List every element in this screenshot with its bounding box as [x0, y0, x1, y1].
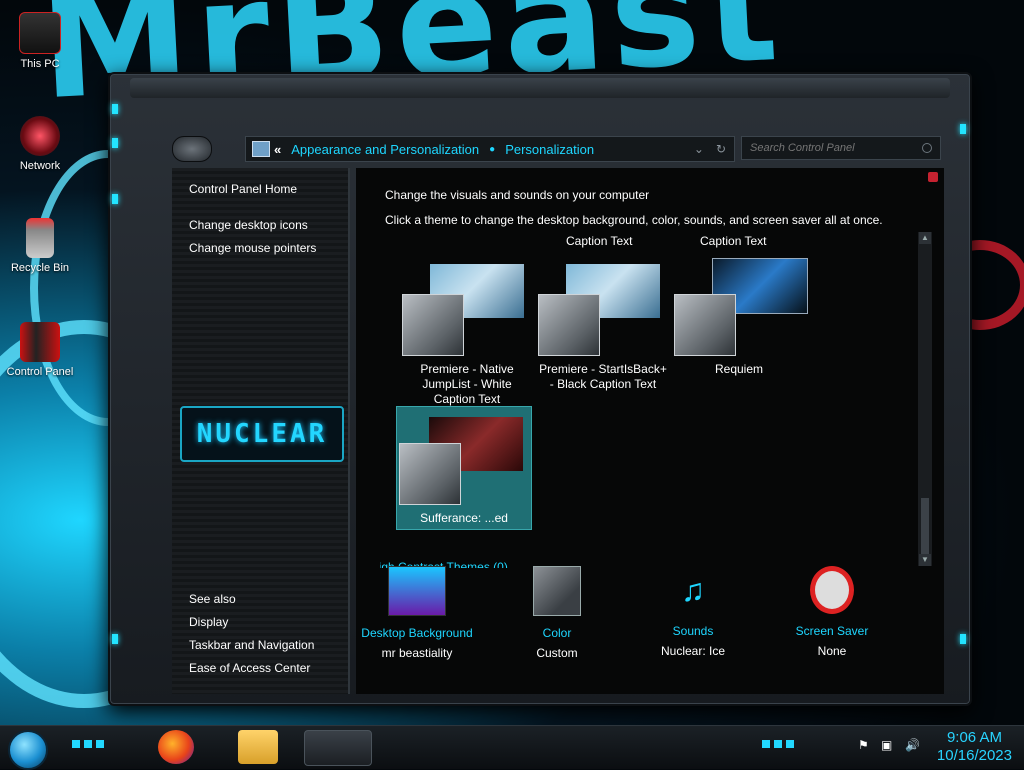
taskbar-decoration	[72, 740, 108, 748]
breadcrumb-personalization[interactable]: Personalization	[505, 142, 594, 157]
screen-saver-icon	[810, 566, 854, 614]
theme-item-requiem[interactable]: Requiem	[672, 258, 808, 380]
refresh-icon[interactable]: ↻	[716, 142, 726, 156]
setting-value: Custom	[536, 646, 578, 660]
search-icon[interactable]	[922, 143, 932, 153]
see-also-heading: See also	[189, 592, 236, 606]
screen-saver-setting[interactable]: Screen Saver None	[767, 566, 897, 658]
breadcrumb-appearance[interactable]: Appearance and Personalization	[291, 142, 479, 157]
volume-icon[interactable]: 🔊	[905, 738, 920, 752]
theme-item-premiere-native[interactable]: Premiere - Native JumpList - White Capti…	[400, 258, 534, 406]
change-mouse-pointers-link[interactable]: Change mouse pointers	[189, 241, 316, 255]
taskbar-navigation-link[interactable]: Taskbar and Navigation	[189, 638, 314, 652]
file-explorer-icon[interactable]	[238, 730, 278, 764]
personalization-window: « Appearance and Personalization ● Perso…	[108, 72, 972, 706]
sidebar: Control Panel Home Change desktop icons …	[172, 168, 350, 694]
chevron-down-icon[interactable]: ⌄	[694, 142, 704, 156]
desktop-icon-this-pc[interactable]: This PC	[2, 12, 78, 70]
clock[interactable]: 9:06 AM 10/16/2023	[937, 729, 1012, 765]
search-input[interactable]	[748, 141, 922, 155]
page-subtitle: Click a theme to change the desktop back…	[385, 213, 883, 227]
main-content: Change the visuals and sounds on your co…	[356, 168, 944, 694]
page-title: Change the visuals and sounds on your co…	[385, 188, 650, 202]
back-forward-button[interactable]	[172, 136, 212, 162]
desktop-icon-label: Recycle Bin	[10, 262, 70, 274]
address-bar[interactable]: « Appearance and Personalization ● Perso…	[245, 136, 735, 162]
theme-caption: Caption Text	[700, 234, 767, 248]
side-light	[112, 104, 118, 114]
theme-color-swatch	[538, 294, 600, 356]
network-tray-icon[interactable]: ▣	[881, 738, 892, 752]
change-desktop-icons-link[interactable]: Change desktop icons	[189, 218, 308, 232]
taskbar: ⚑ ▣ 🔊 9:06 AM 10/16/2023	[0, 725, 1024, 770]
network-icon	[20, 116, 60, 156]
help-icon[interactable]	[928, 172, 938, 182]
control-panel-icon	[20, 322, 60, 362]
desktop-icon-label: This PC	[20, 58, 60, 70]
theme-list-scrollbar[interactable]: ▲ ▼	[918, 232, 932, 566]
side-light	[112, 138, 118, 148]
control-panel-taskbar-button[interactable]	[304, 730, 372, 766]
clock-time: 9:06 AM	[946, 729, 1002, 746]
desktop-background-icon	[388, 566, 446, 616]
setting-name[interactable]: Desktop Background	[352, 626, 482, 640]
desktop-background-setting[interactable]: Desktop Background mr beastiality	[352, 566, 482, 660]
side-light	[960, 634, 966, 644]
breadcrumb-separator-icon: ●	[489, 143, 496, 155]
recycle-bin-icon	[26, 218, 54, 258]
setting-name[interactable]: Color	[492, 626, 622, 640]
theme-list: Caption Text Caption Text Premiere - Nat…	[380, 230, 934, 568]
display-link[interactable]: Display	[189, 615, 228, 629]
theme-label: Premiere - Native JumpList - White Capti…	[420, 362, 514, 406]
start-button[interactable]	[8, 730, 48, 770]
theme-label: Requiem	[714, 362, 764, 376]
theme-label: Sufferance: ...ed	[420, 511, 508, 525]
desktop-icon-control-panel[interactable]: Control Panel	[2, 322, 78, 378]
chevron-left-icon[interactable]: «	[274, 142, 281, 157]
this-pc-icon	[19, 12, 61, 54]
theme-color-swatch	[402, 294, 464, 356]
theme-color-swatch	[674, 294, 736, 356]
desktop-icon-recycle-bin[interactable]: Recycle Bin	[2, 218, 78, 274]
sounds-setting[interactable]: ♫ Sounds Nuclear: Ice	[628, 566, 758, 658]
color-swatch-icon	[533, 566, 581, 616]
search-box[interactable]	[741, 136, 941, 160]
setting-value: None	[817, 644, 847, 658]
scrollbar-thumb[interactable]	[921, 498, 929, 554]
setting-value: Nuclear: Ice	[660, 644, 726, 658]
side-light	[960, 124, 966, 134]
desktop-icon-label: Control Panel	[6, 366, 74, 378]
window-titlebar[interactable]	[130, 78, 950, 98]
flag-icon[interactable]: ⚑	[858, 738, 869, 752]
desktop-icon-label: Network	[19, 160, 61, 172]
side-light	[112, 194, 118, 204]
theme-label: Premiere - StartIsBack+ - Black Caption …	[539, 362, 667, 391]
theme-color-swatch	[399, 443, 461, 505]
setting-name[interactable]: Screen Saver	[767, 624, 897, 638]
ease-of-access-link[interactable]: Ease of Access Center	[189, 661, 310, 675]
setting-name[interactable]: Sounds	[628, 624, 758, 638]
scroll-down-icon[interactable]: ▼	[919, 554, 931, 566]
firefox-icon[interactable]	[158, 730, 194, 764]
control-panel-small-icon	[252, 141, 270, 157]
theme-caption: Caption Text	[566, 234, 633, 248]
theme-item-premiere-startisback[interactable]: Premiere - StartIsBack+ - Black Caption …	[536, 258, 670, 391]
clock-date: 10/16/2023	[936, 747, 1012, 764]
side-light	[112, 634, 118, 644]
color-setting[interactable]: Color Custom	[492, 566, 622, 660]
control-panel-home-link[interactable]: Control Panel Home	[189, 182, 297, 196]
theme-item-sufferance[interactable]: Sufferance: ...ed	[396, 406, 532, 530]
nuclear-logo: NUCLEAR	[180, 406, 344, 462]
scroll-up-icon[interactable]: ▲	[919, 232, 931, 244]
taskbar-decoration	[762, 740, 798, 748]
desktop-icon-network[interactable]: Network	[2, 116, 78, 172]
sounds-icon: ♫	[681, 572, 705, 608]
setting-value: mr beastiality	[381, 646, 453, 660]
